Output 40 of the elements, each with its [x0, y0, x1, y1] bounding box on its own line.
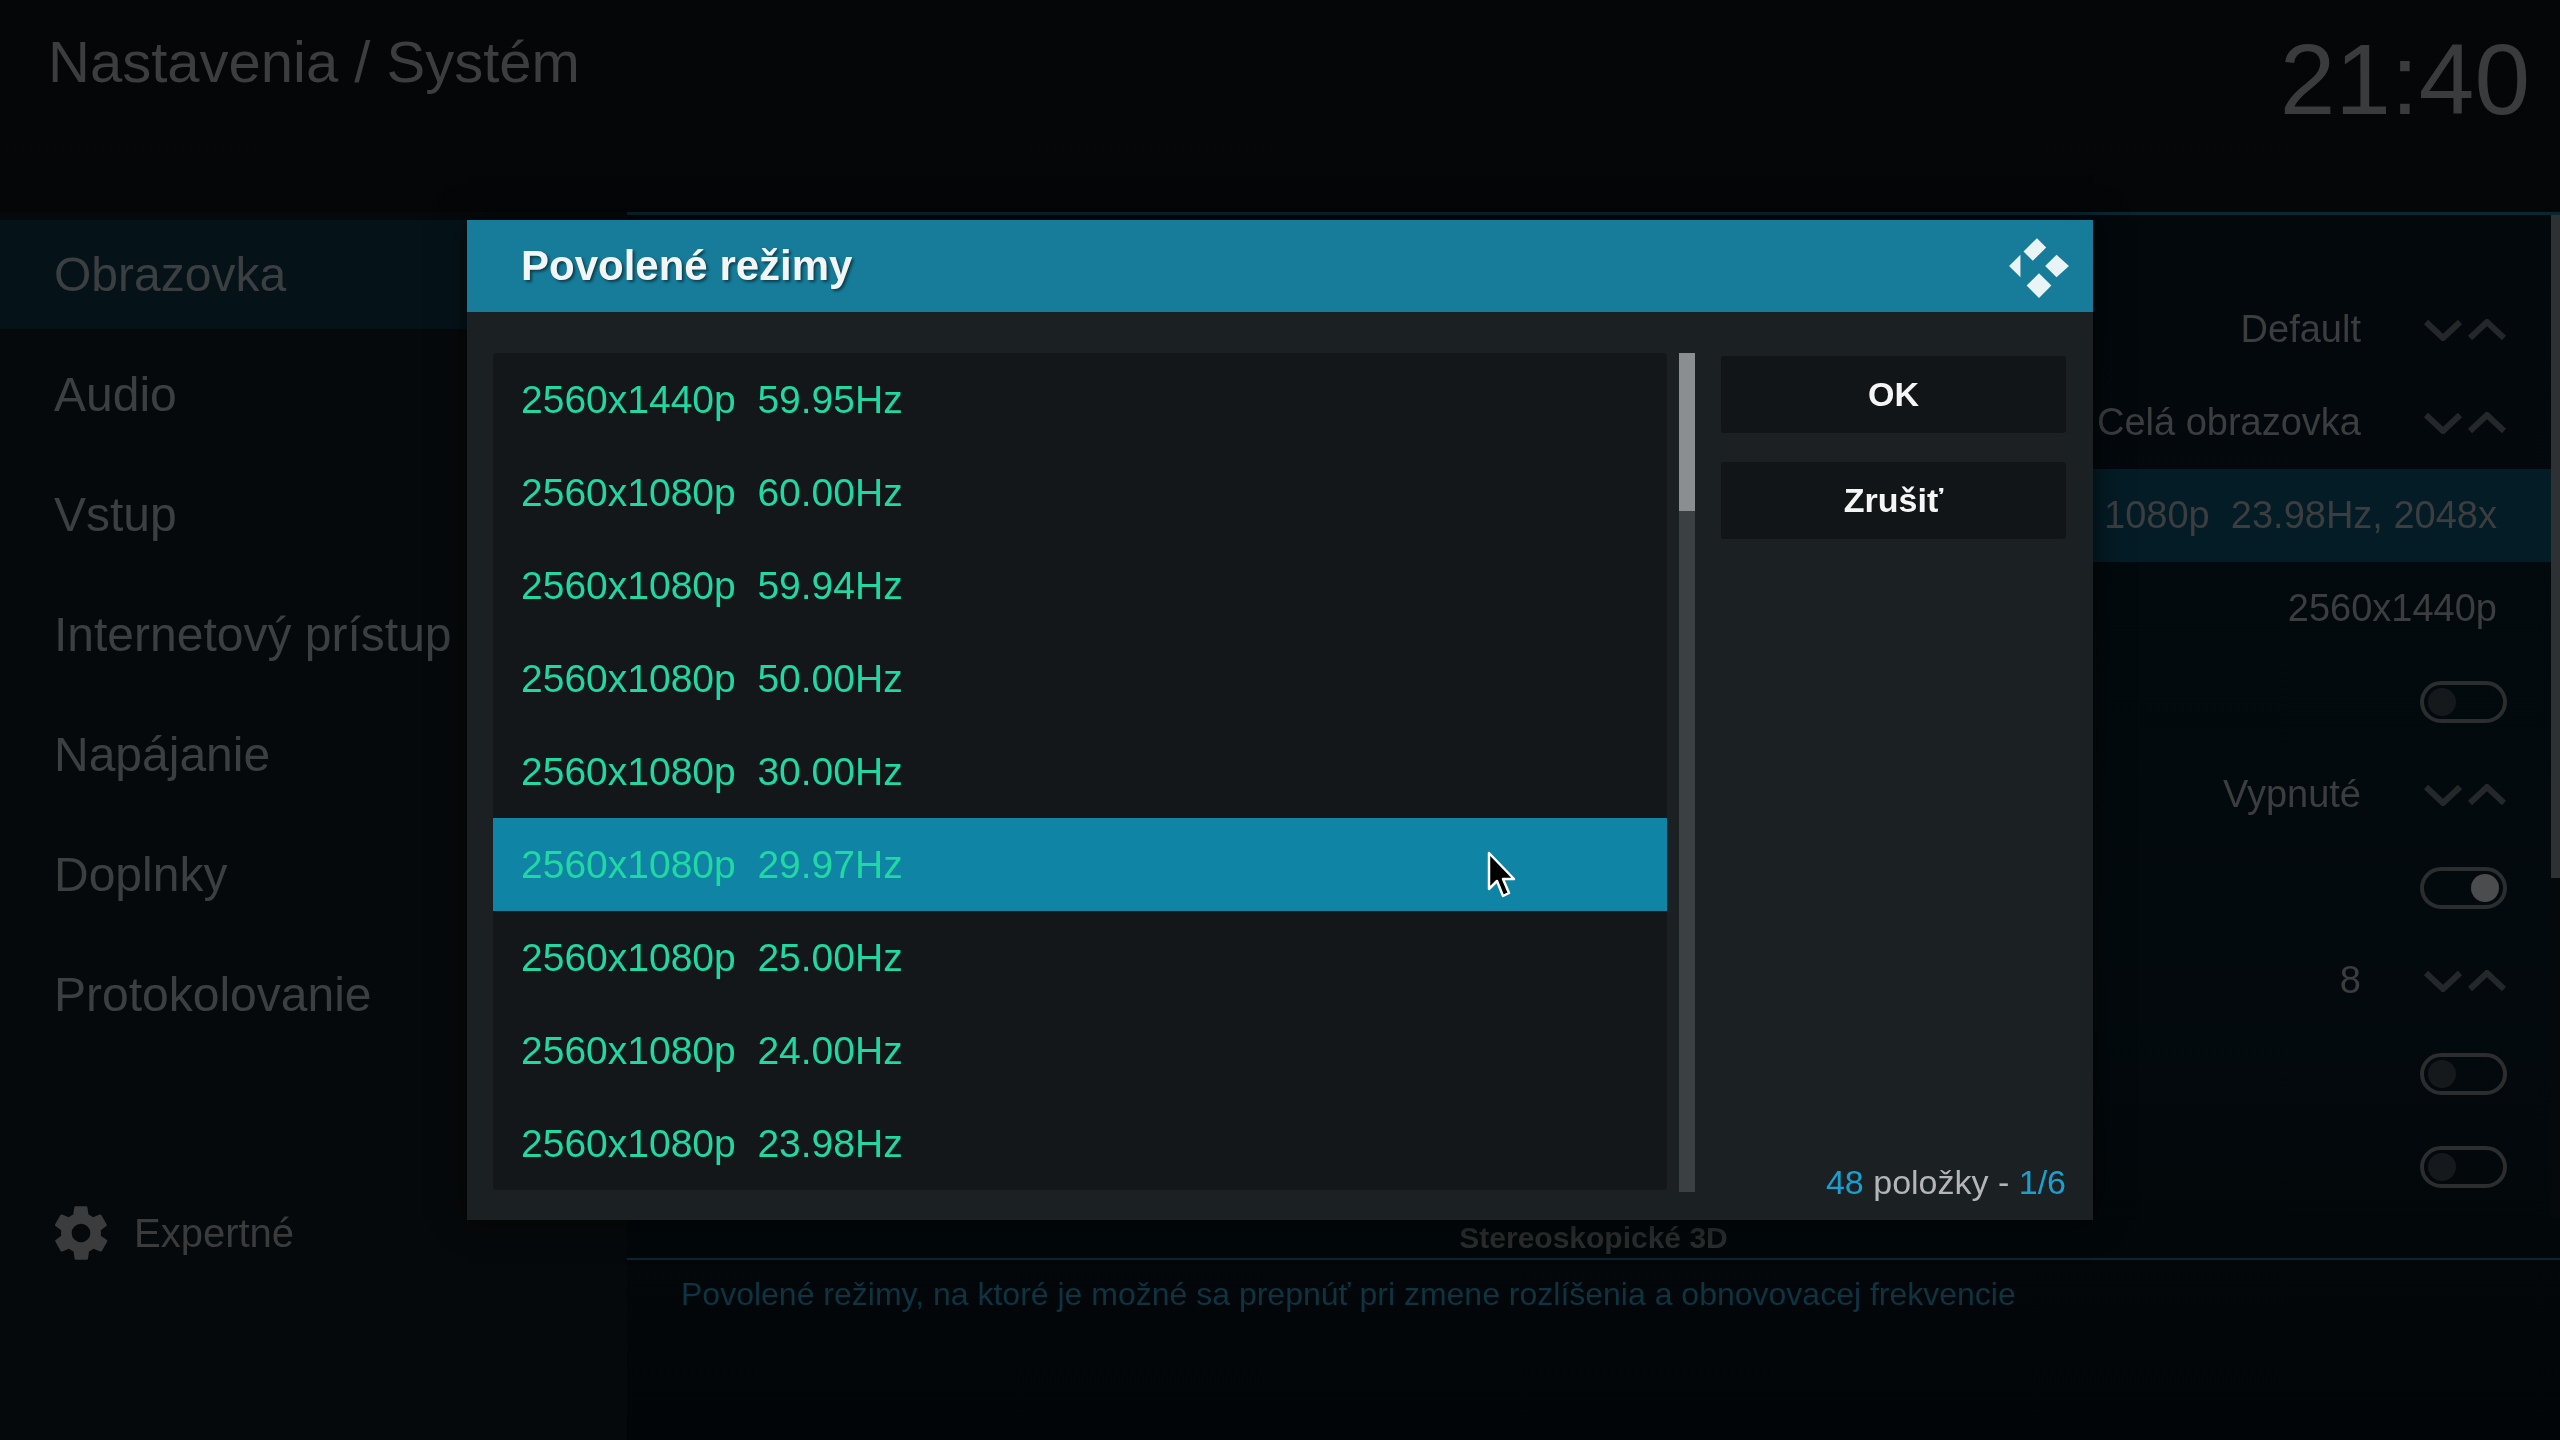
setting-value: Default — [2240, 308, 2361, 351]
chevron-down-icon[interactable] — [2423, 783, 2463, 806]
setting-row[interactable]: Vypnuté — [2093, 748, 2551, 841]
mode-list-item[interactable]: 2560x1080p 59.94Hz — [493, 539, 1667, 632]
toggle-switch[interactable] — [2420, 1052, 2507, 1095]
mode-list-item[interactable]: 2560x1080p 23.98Hz — [493, 1097, 1667, 1190]
item-count: 48 položky - 1/6 — [1825, 1163, 2066, 1202]
mouse-pointer-icon — [1487, 851, 1517, 899]
setting-row[interactable]: Default — [2093, 283, 2551, 376]
setting-row[interactable]: 8 — [2093, 934, 2551, 1027]
setting-value: Vypnuté — [2222, 773, 2361, 816]
mode-list-item[interactable]: 2560x1080p 29.97Hz — [493, 818, 1667, 911]
list-scrollbar[interactable] — [1679, 353, 1695, 1192]
dialog-button[interactable]: OK — [1721, 356, 2066, 433]
chevron-down-icon[interactable] — [2423, 318, 2463, 341]
toggle-switch[interactable] — [2420, 1145, 2507, 1188]
chevron-up-icon[interactable] — [2467, 969, 2507, 992]
mode-list-item[interactable]: 2560x1080p 60.00Hz — [493, 446, 1667, 539]
page-title: Nastavenia / Systém — [48, 30, 580, 94]
mode-list-item[interactable]: 2560x1080p 50.00Hz — [493, 632, 1667, 725]
toggle-switch[interactable] — [2420, 680, 2507, 723]
chevron-down-icon[interactable] — [2423, 411, 2463, 434]
setting-description: Povolené režimy, na ktoré je možné sa prepnúť pri zmene rozlíšenia a obnovovacej frekvencie — [681, 1276, 2016, 1313]
mode-list-item[interactable]: 2560x1080p 24.00Hz — [493, 1004, 1667, 1097]
dialog-title: Povolené režimy — [521, 242, 853, 290]
chevron-down-icon[interactable] — [2423, 969, 2463, 992]
dialog-button[interactable]: Zrušiť — [1721, 462, 2066, 539]
gear-icon — [54, 1206, 108, 1260]
setting-value: Celá obrazovka — [2096, 401, 2361, 444]
chevron-up-icon[interactable] — [2467, 318, 2507, 341]
setting-value: 8 — [2339, 959, 2361, 1002]
setting-row[interactable]: 2560x1440p — [2093, 562, 2551, 655]
setting-row[interactable]: Celá obrazovka — [2093, 376, 2551, 469]
toggle-switch[interactable] — [2420, 866, 2507, 909]
mode-list-item[interactable]: 2560x1080p 30.00Hz — [493, 725, 1667, 818]
chevron-up-icon[interactable] — [2467, 783, 2507, 806]
mode-list-item[interactable]: 2560x1440p 59.95Hz — [493, 353, 1667, 446]
chevron-up-icon[interactable] — [2467, 411, 2507, 434]
mode-list-item[interactable]: 2560x1080p 25.00Hz — [493, 911, 1667, 1004]
setting-value: 2560x1440p — [2287, 587, 2497, 630]
